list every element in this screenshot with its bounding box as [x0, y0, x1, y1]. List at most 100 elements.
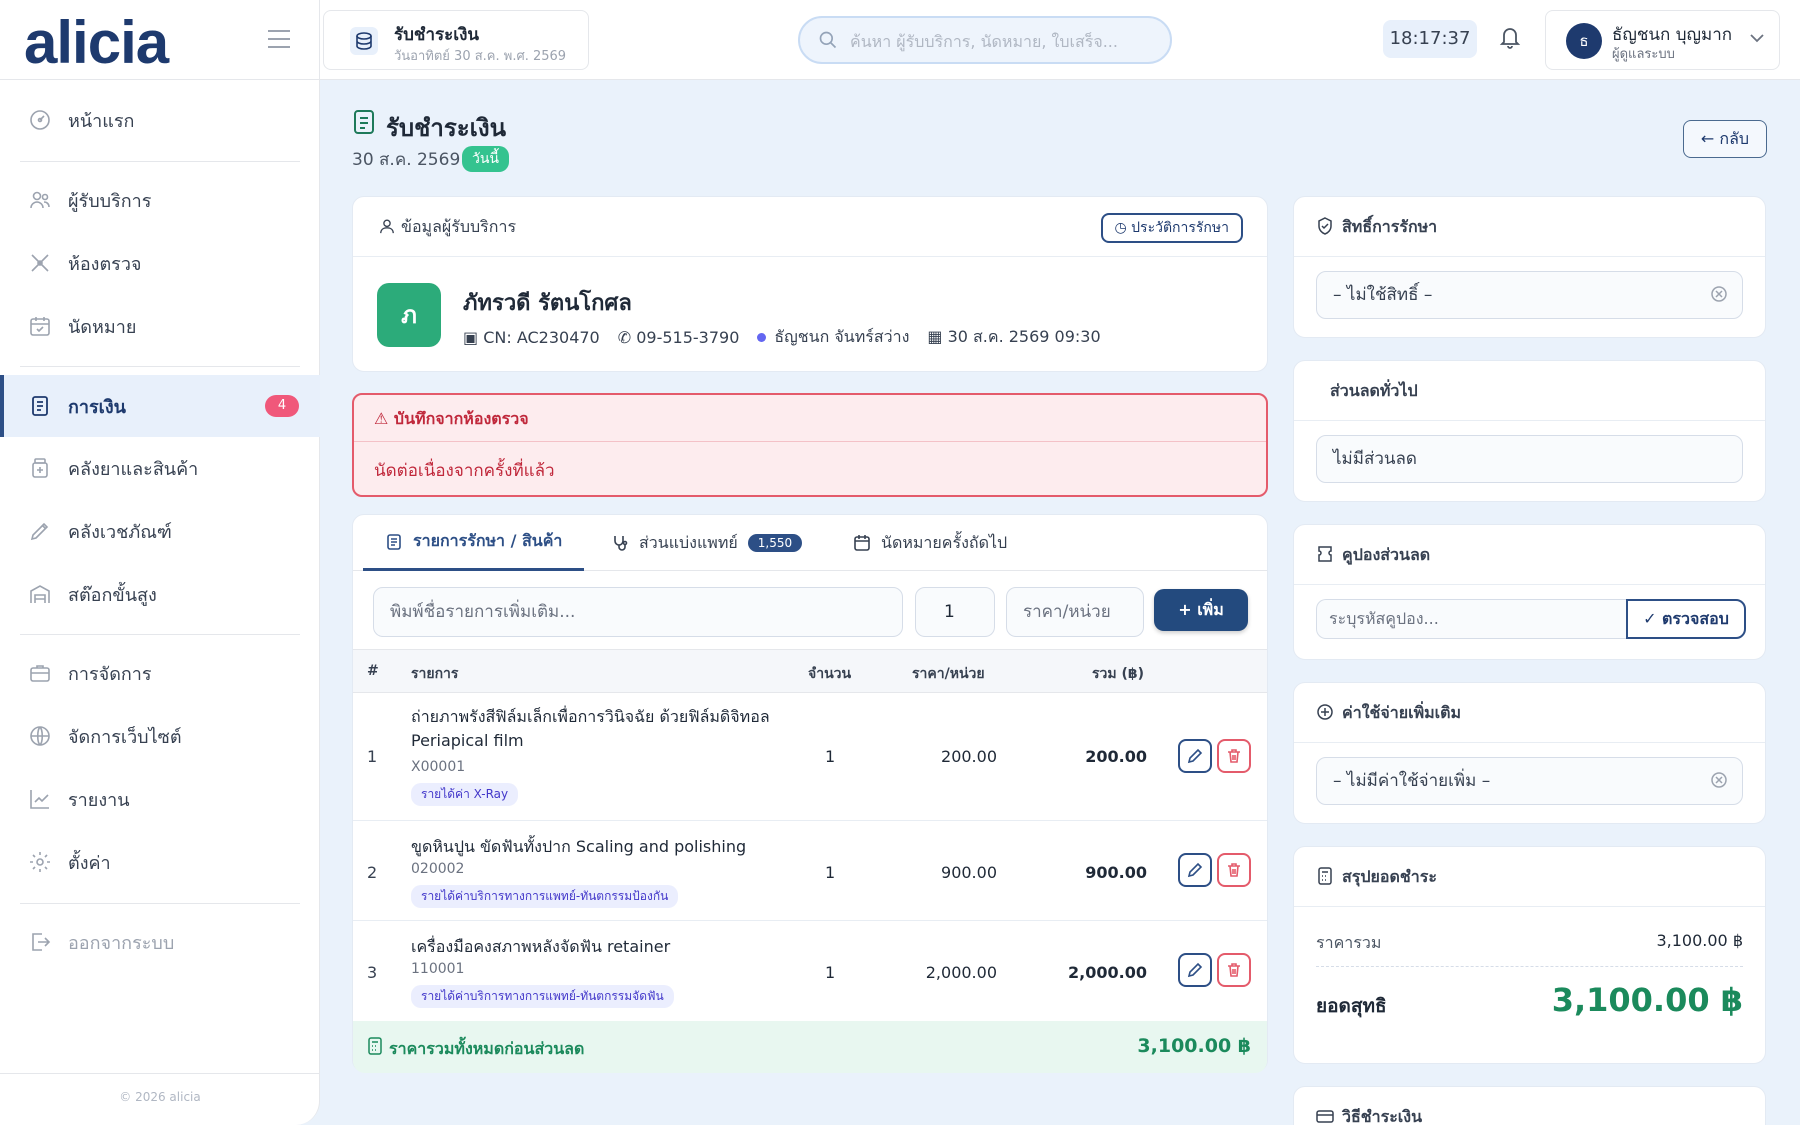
sidebar-item-settings[interactable]: ตั้งค่า — [0, 832, 320, 892]
sidebar-item-finance[interactable]: การเงิน 4 — [0, 375, 320, 437]
delete-button[interactable] — [1217, 853, 1251, 887]
avatar: ธ — [1566, 23, 1602, 59]
net-total-label: ยอดสุทธิ — [1316, 995, 1387, 1017]
patient-avatar: ภ — [377, 283, 441, 347]
sidebar-item-patients[interactable]: ผู้รับบริการ — [0, 170, 320, 230]
phone-icon: ✆ — [617, 328, 637, 347]
pencil-icon — [1187, 962, 1203, 978]
add-price-input[interactable]: ราคา/หน่วย — [1006, 587, 1144, 637]
col-index: # — [367, 663, 379, 679]
edit-button[interactable] — [1178, 853, 1212, 887]
item-code: X00001 — [411, 759, 466, 775]
extra-cost-card: ค่าใช้จ่ายเพิ่มเติม – ไม่มีค่าใช้จ่ายเพิ… — [1293, 682, 1766, 824]
item-total: 2,000.00 — [1068, 963, 1147, 982]
logout-icon — [32, 933, 51, 951]
calendar-icon — [30, 317, 50, 336]
coupon-input[interactable]: ระบุรหัสคูปอง... — [1316, 599, 1626, 639]
add-item-button[interactable]: + เพิ่ม — [1154, 589, 1248, 631]
item-total: 200.00 — [1085, 747, 1147, 766]
table-footer: ราคารวมทั้งหมดก่อนส่วนลด 3,100.00 ฿ — [353, 1021, 1267, 1073]
clear-icon[interactable] — [1710, 771, 1728, 789]
back-button[interactable]: ← กลับ — [1683, 120, 1767, 158]
sidebar-item-advanced-stock[interactable]: สต๊อกขั้นสูง — [0, 564, 320, 624]
tab-label: นัดหมายครั้งถัดไป — [881, 532, 1008, 552]
gear-icon — [30, 852, 50, 872]
sidebar-item-label: ตั้งค่า — [68, 852, 111, 874]
id-card-icon: ▣ — [463, 328, 484, 347]
coverage-select[interactable]: – ไม่ใช้สิทธิ์ – — [1316, 271, 1743, 319]
sidebar-item-logout[interactable]: ออกจากระบบ — [0, 912, 320, 972]
delete-button[interactable] — [1217, 953, 1251, 987]
check-coupon-button[interactable]: ✓ ตรวจสอบ — [1626, 599, 1746, 639]
search-placeholder: ค้นหา ผู้รับบริการ, นัดหมาย, ใบเสร็จ... — [850, 32, 1118, 51]
delete-button[interactable] — [1217, 739, 1251, 773]
page-tag-date: วันอาทิตย์ 30 ส.ค. พ.ศ. 2569 — [394, 49, 567, 64]
sidebar-item-appointments[interactable]: นัดหมาย — [0, 296, 320, 356]
app-logo[interactable]: alicia — [24, 8, 169, 77]
current-page-tag: รับชำระเงิน วันอาทิตย์ 30 ส.ค. พ.ศ. 2569 — [323, 10, 589, 70]
globe-icon — [30, 726, 50, 746]
sidebar-item-management[interactable]: การจัดการ — [0, 643, 320, 703]
col-unit-price: ราคา/หน่วย — [912, 666, 985, 682]
user-menu[interactable]: ธ ธัญชนก บุญมาก ผู้ดูแลระบบ — [1545, 10, 1780, 70]
menu-toggle-icon[interactable] — [268, 30, 290, 54]
receipt-icon — [32, 396, 48, 416]
item-code: 110001 — [411, 961, 465, 977]
patient-cn: CN: AC230470 — [483, 328, 600, 347]
net-total-value: 3,100.00 ฿ — [1551, 981, 1743, 1019]
calendar-icon — [854, 535, 870, 551]
bell-icon[interactable] — [1498, 24, 1522, 50]
summary-title: สรุปยอดชำระ — [1342, 867, 1437, 886]
discount-select[interactable]: ไม่มีส่วนลด — [1316, 435, 1743, 483]
item-unit-price: 900.00 — [941, 863, 997, 882]
user-role: ผู้ดูแลระบบ — [1612, 47, 1675, 62]
add-qty-input[interactable]: 1 — [915, 587, 995, 637]
col-total: รวม (฿) — [1092, 666, 1145, 682]
patient-phone: 09-515-3790 — [636, 328, 740, 347]
briefcase-icon — [30, 665, 50, 682]
exam-note-body: นัดต่อเนื่องจากครั้งที่แล้ว — [374, 461, 555, 481]
sidebar-item-website[interactable]: จัดการเว็บไซต์ — [0, 706, 320, 766]
tab-next-appointment[interactable]: นัดหมายครั้งถัดไป — [853, 515, 1007, 571]
edit-button[interactable] — [1178, 953, 1212, 987]
item-qty: 1 — [825, 963, 836, 982]
payment-method-card: วิธีชำระเงิน — [1293, 1086, 1766, 1125]
revenue-tag: รายได้ค่า X-Ray — [411, 783, 519, 806]
tab-label: ส่วนแบ่งแพทย์ — [639, 532, 738, 552]
calculator-icon — [1318, 867, 1332, 885]
sidebar-item-label: การเงิน — [68, 396, 126, 418]
global-search-input[interactable]: ค้นหา ผู้รับบริการ, นัดหมาย, ใบเสร็จ... — [798, 16, 1172, 64]
today-badge: วันนี้ — [462, 146, 510, 172]
subtotal-label: ราคารวมทั้งหมดก่อนส่วนลด — [389, 1039, 585, 1058]
clear-icon[interactable] — [1710, 285, 1728, 303]
extra-cost-select[interactable]: – ไม่มีค่าใช้จ่ายเพิ่ม – — [1316, 757, 1743, 805]
sidebar-item-reports[interactable]: รายงาน — [0, 769, 320, 829]
warehouse-icon — [30, 585, 50, 603]
pencil-icon — [1187, 748, 1203, 764]
clock-display: 18:17:37 — [1383, 20, 1477, 58]
tab-doctor-share[interactable]: ส่วนแบ่งแพทย์ 1,550 — [611, 515, 803, 571]
add-item-input[interactable]: พิมพ์ชื่อรายการเพิ่มเติม... — [373, 587, 903, 637]
tab-treatment-items[interactable]: รายการรักษา / สินค้า — [363, 515, 585, 571]
tab-bar: รายการรักษา / สินค้า ส่วนแบ่งแพทย์ 1,550… — [353, 515, 1267, 571]
table-row: ขูดหินปูน ขัดฟันทั้งปาก Scaling and poli… — [353, 821, 1267, 921]
table-header: # รายการ จำนวน ราคา/หน่วย รวม (฿) — [353, 649, 1267, 693]
sidebar-item-supplies[interactable]: คลังเวชภัณฑ์ — [0, 501, 320, 561]
copyright: © 2026 alicia — [119, 1090, 201, 1104]
sidebar-item-pharmacy[interactable]: คลังยาและสินค้า — [0, 438, 320, 498]
page-title: รับชำระเงิน — [386, 114, 506, 142]
row-index: 3 — [367, 963, 378, 982]
sidebar-item-label: คลังเวชภัณฑ์ — [68, 521, 172, 543]
items-card: รายการรักษา / สินค้า ส่วนแบ่งแพทย์ 1,550… — [352, 514, 1268, 1073]
visit-datetime: 30 ส.ค. 2569 09:30 — [947, 327, 1101, 346]
sidebar-item-home[interactable]: หน้าแรก — [0, 90, 320, 150]
summary-card: สรุปยอดชำระ ราคารวม 3,100.00 ฿ ยอดสุทธิ … — [1293, 846, 1766, 1064]
coverage-value: – ไม่ใช้สิทธิ์ – — [1333, 285, 1433, 305]
plus-circle-icon — [1317, 704, 1333, 720]
sidebar-item-label: นัดหมาย — [68, 316, 137, 338]
chart-icon — [30, 790, 49, 809]
sidebar-item-exam-room[interactable]: ห้องตรวจ — [0, 233, 320, 293]
col-qty: จำนวน — [808, 666, 852, 682]
treatment-history-button[interactable]: ◷ ประวัติการรักษา — [1100, 213, 1243, 243]
edit-button[interactable] — [1178, 739, 1212, 773]
